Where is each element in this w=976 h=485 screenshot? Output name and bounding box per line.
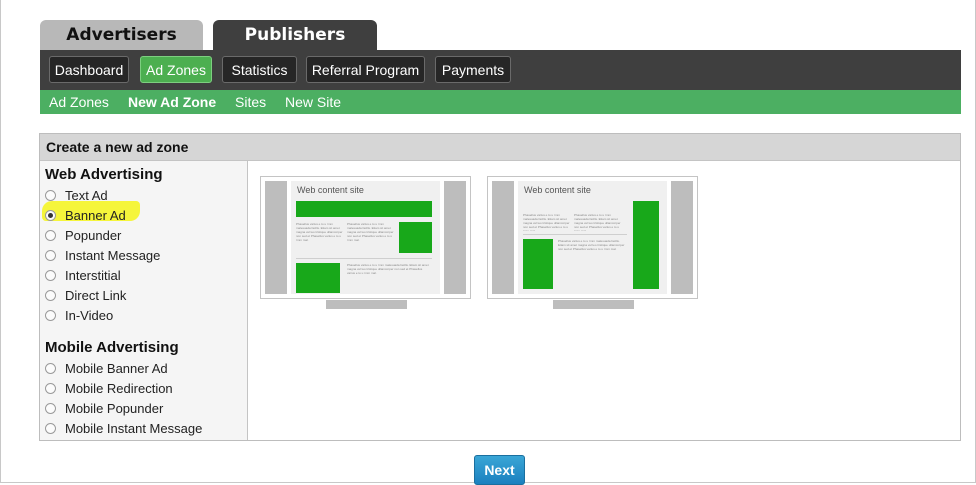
option-mobile-redirection[interactable]: Mobile Redirection bbox=[45, 379, 173, 397]
radio-button[interactable] bbox=[45, 422, 56, 434]
subnav-new-ad-zone[interactable]: New Ad Zone bbox=[128, 94, 216, 110]
option-label: Interstitial bbox=[65, 267, 121, 283]
radio-button[interactable] bbox=[45, 249, 56, 261]
option-mobile-popunder[interactable]: Mobile Popunder bbox=[45, 399, 163, 417]
option-popunder[interactable]: Popunder bbox=[45, 226, 121, 244]
preview-skyscraper-banner bbox=[633, 201, 659, 289]
preview-text: Phasellus varius e to u rmm malesuada fa… bbox=[523, 213, 570, 231]
radio-button[interactable] bbox=[45, 402, 56, 414]
radio-button[interactable] bbox=[45, 269, 56, 281]
option-mobile-banner-ad[interactable]: Mobile Banner Ad bbox=[45, 359, 168, 377]
banner-preview-horizontal[interactable]: Web content site Phasellus varius e to u… bbox=[260, 176, 471, 299]
preview-leaderboard-banner bbox=[296, 201, 432, 217]
main-nav: Dashboard Ad Zones Statistics Referral P… bbox=[40, 50, 961, 90]
preview-stand bbox=[553, 300, 634, 309]
web-advertising-title: Web Advertising bbox=[45, 166, 163, 183]
preview-square-banner bbox=[399, 222, 432, 253]
radio-button[interactable] bbox=[45, 229, 56, 241]
next-button[interactable]: Next bbox=[474, 455, 525, 485]
preview-site-title: Web content site bbox=[297, 185, 364, 195]
preview-text: Phasellus varius e to u rmm malesuada fa… bbox=[574, 213, 621, 231]
nav-ad-zones[interactable]: Ad Zones bbox=[140, 56, 212, 83]
preview-left-skyscraper bbox=[492, 181, 514, 294]
option-banner-ad[interactable]: Banner Ad bbox=[45, 206, 126, 224]
option-label: Text Ad bbox=[65, 187, 108, 203]
preview-text: Phasellus varius e to u rmm malesuada fa… bbox=[347, 222, 394, 242]
preview-rectangle-banner bbox=[523, 239, 553, 289]
option-direct-link[interactable]: Direct Link bbox=[45, 286, 126, 304]
option-text-ad[interactable]: Text Ad bbox=[45, 186, 108, 204]
subnav-ad-zones[interactable]: Ad Zones bbox=[49, 94, 109, 110]
option-label: Direct Link bbox=[65, 287, 127, 303]
option-label: Mobile Instant Message bbox=[65, 420, 203, 436]
panel-title: Create a new ad zone bbox=[40, 134, 960, 161]
option-label: Popunder bbox=[65, 227, 122, 243]
preview-monitor: Web content site Phasellus varius e to u… bbox=[265, 181, 466, 294]
mobile-advertising-title: Mobile Advertising bbox=[45, 339, 179, 356]
option-label: Mobile Popunder bbox=[65, 400, 164, 416]
preview-stand bbox=[326, 300, 407, 309]
radio-button[interactable] bbox=[45, 309, 56, 321]
preview-right-skyscraper bbox=[671, 181, 693, 294]
tab-advertisers[interactable]: Advertisers bbox=[40, 20, 203, 50]
option-interstitial[interactable]: Interstitial bbox=[45, 266, 121, 284]
option-label: Mobile Banner Ad bbox=[65, 360, 168, 376]
nav-payments[interactable]: Payments bbox=[435, 56, 511, 83]
nav-statistics[interactable]: Statistics bbox=[222, 56, 297, 83]
option-instant-message[interactable]: Instant Message bbox=[45, 246, 160, 264]
radio-button[interactable] bbox=[45, 362, 56, 374]
radio-button-selected[interactable] bbox=[45, 209, 56, 221]
radio-button[interactable] bbox=[45, 189, 56, 201]
preview-rectangle-banner bbox=[296, 263, 340, 293]
ad-type-list: Web Advertising Text Ad Banner Ad Popund… bbox=[40, 161, 248, 440]
option-in-video[interactable]: In-Video bbox=[45, 306, 113, 324]
option-label: In-Video bbox=[65, 307, 114, 323]
nav-dashboard[interactable]: Dashboard bbox=[49, 56, 129, 83]
option-mobile-instant-message[interactable]: Mobile Instant Message bbox=[45, 419, 202, 437]
sub-nav: Ad Zones New Ad Zone Sites New Site bbox=[40, 90, 961, 114]
preview-text: Phasellus varius e to u rmm malesuada fa… bbox=[296, 222, 343, 242]
radio-button[interactable] bbox=[45, 382, 56, 394]
option-label: Mobile Redirection bbox=[65, 380, 173, 396]
preview-monitor: Web content site Phasellus varius e to u… bbox=[492, 181, 693, 294]
option-label: Banner Ad bbox=[65, 207, 126, 223]
preview-site-title: Web content site bbox=[524, 185, 591, 195]
tab-publishers[interactable]: Publishers bbox=[213, 20, 377, 50]
create-ad-zone-panel: Create a new ad zone Web Advertising Tex… bbox=[39, 133, 961, 441]
subnav-new-site[interactable]: New Site bbox=[285, 94, 341, 110]
preview-divider bbox=[523, 234, 627, 235]
preview-left-skyscraper bbox=[265, 181, 287, 294]
preview-divider bbox=[296, 258, 432, 259]
option-label: Instant Message bbox=[65, 247, 161, 263]
subnav-sites[interactable]: Sites bbox=[235, 94, 266, 110]
preview-text: Phasellus varius e to u rmm malesuada fa… bbox=[347, 263, 429, 275]
preview-page: Web content site Phasellus varius e to u… bbox=[291, 181, 440, 294]
radio-button[interactable] bbox=[45, 289, 56, 301]
preview-text: Phasellus varius e to u rmm malesuada fa… bbox=[558, 239, 625, 251]
banner-preview-vertical[interactable]: Web content site Phasellus varius e to u… bbox=[487, 176, 698, 299]
preview-right-skyscraper bbox=[444, 181, 466, 294]
nav-referral-program[interactable]: Referral Program bbox=[306, 56, 425, 83]
preview-page: Web content site Phasellus varius e to u… bbox=[518, 181, 667, 294]
